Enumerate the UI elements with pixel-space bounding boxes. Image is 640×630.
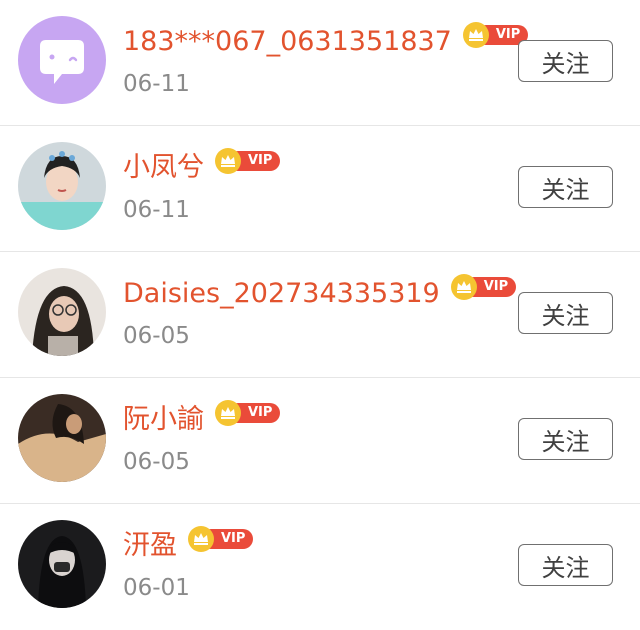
list-item[interactable]: 183***067_0631351837 VIP 06-11 关注	[0, 0, 640, 126]
crown-icon	[462, 22, 489, 48]
username[interactable]: 汧盈	[123, 526, 177, 566]
vip-badge: VIP	[214, 148, 281, 174]
username[interactable]: 阮小諭	[123, 400, 204, 440]
list-item[interactable]: 阮小諭 VIP 06-05 关注	[0, 378, 640, 504]
follow-button[interactable]: 关注	[518, 292, 613, 334]
follow-button[interactable]: 关注	[518, 418, 613, 460]
list-item[interactable]: 汧盈 VIP 06-01 关注	[0, 504, 640, 630]
crown-icon	[450, 274, 477, 300]
crown-icon	[188, 526, 214, 552]
date: 06-11	[123, 71, 190, 97]
avatar[interactable]	[18, 520, 106, 608]
crown-icon	[215, 400, 241, 426]
date: 06-05	[123, 323, 190, 349]
vip-badge: VIP	[450, 274, 517, 300]
follower-list: 183***067_0631351837 VIP 06-11 关注 小凤兮 VI…	[0, 0, 640, 630]
avatar[interactable]	[18, 16, 106, 104]
crown-icon	[215, 148, 241, 174]
follow-button[interactable]: 关注	[518, 544, 613, 586]
date: 06-05	[123, 449, 190, 475]
username[interactable]: Daisies_202734335319	[123, 274, 440, 314]
date: 06-11	[123, 197, 190, 223]
vip-badge: VIP	[187, 526, 254, 552]
list-item[interactable]: Daisies_202734335319 VIP 06-05 关注	[0, 252, 640, 378]
date: 06-01	[123, 575, 190, 601]
follow-button[interactable]: 关注	[518, 166, 613, 208]
list-item[interactable]: 小凤兮 VIP 06-11 关注	[0, 126, 640, 252]
user-photo	[18, 520, 106, 608]
avatar[interactable]	[18, 142, 106, 230]
user-photo	[18, 142, 106, 230]
avatar[interactable]	[18, 394, 106, 482]
username[interactable]: 小凤兮	[123, 148, 204, 188]
username[interactable]: 183***067_0631351837	[123, 22, 452, 62]
chat-bubble-icon	[18, 16, 106, 104]
follow-button[interactable]: 关注	[518, 40, 613, 82]
avatar[interactable]	[18, 268, 106, 356]
user-photo	[18, 268, 106, 356]
vip-badge: VIP	[214, 400, 281, 426]
user-photo	[18, 394, 106, 482]
